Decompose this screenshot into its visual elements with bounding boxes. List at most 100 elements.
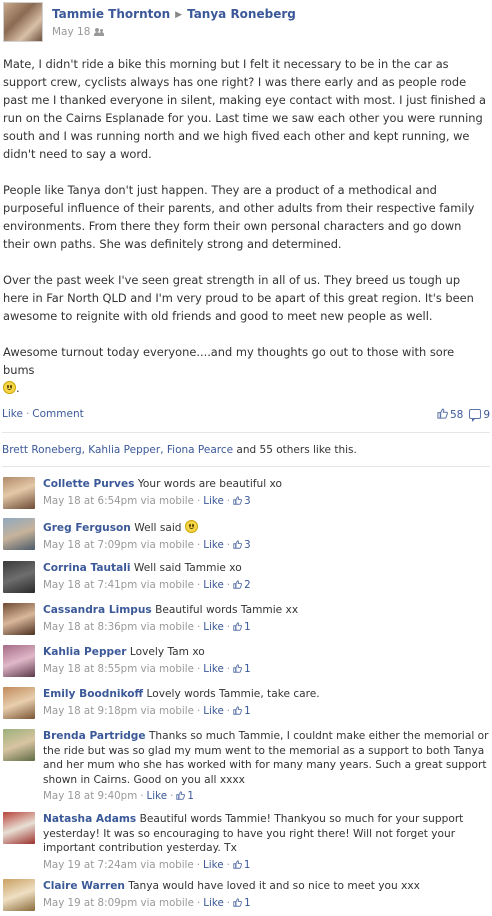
comment-meta: May 19 at 7:24am via mobile · Like · 1 [43, 858, 489, 873]
comment-body: Cassandra Limpus Beautiful words Tammie … [43, 603, 489, 634]
separator-dot: · [196, 538, 201, 551]
thumbs-up-icon[interactable] [437, 408, 448, 419]
thumbs-up-icon[interactable] [233, 495, 243, 505]
comment-like-count[interactable]: 2 [244, 579, 251, 591]
comment-timestamp[interactable]: May 19 at 7:24am via mobile [43, 859, 194, 871]
post-paragraph: People like Tanya don't just happen. The… [3, 183, 475, 251]
comment-like-link[interactable]: Like [203, 579, 224, 591]
comment-text-line: Emily Boodnikoff Lovely words Tammie, ta… [43, 687, 489, 702]
separator-dot: · [226, 704, 231, 717]
smiley-icon [3, 381, 16, 394]
comment-like-link[interactable]: Like [203, 705, 224, 717]
comment-timestamp[interactable]: May 18 at 8:55pm via mobile [43, 663, 194, 675]
commenter-avatar[interactable] [3, 561, 35, 593]
separator-dot: · [140, 790, 144, 802]
like-count[interactable]: 58 [450, 409, 463, 421]
commenter-avatar[interactable] [3, 603, 35, 635]
comment-timestamp[interactable]: May 18 at 7:09pm via mobile [43, 539, 194, 551]
comment-body: Claire Warren Tanya would have loved it … [43, 879, 489, 910]
comment-text-line: Greg Ferguson Well said [43, 518, 489, 536]
separator-dot: · [226, 896, 231, 909]
comment-body: Natasha Adams Beautiful words Tammie! Th… [43, 812, 489, 872]
comment-timestamp[interactable]: May 18 at 6:54pm via mobile [43, 495, 194, 507]
comment-count[interactable]: 9 [483, 409, 490, 421]
comment-meta: May 18 at 9:18pm via mobile · Like · 1 [43, 704, 489, 719]
friends-icon[interactable] [94, 28, 105, 36]
comment-timestamp[interactable]: May 18 at 8:36pm via mobile [43, 621, 194, 633]
comment-like-count[interactable]: 1 [244, 621, 251, 633]
separator-dot: · [226, 662, 231, 675]
comment-like-link[interactable]: Like [147, 790, 168, 802]
thumbs-up-icon[interactable] [233, 897, 243, 907]
comment-like-count[interactable]: 1 [244, 897, 251, 909]
post-date-row: May 18 [52, 26, 105, 38]
divider [2, 466, 490, 467]
comment-like-link[interactable]: Like [203, 539, 224, 551]
comment-timestamp[interactable]: May 18 at 7:41pm via mobile [43, 579, 194, 591]
separator-dot: · [170, 790, 174, 802]
comment-like-count[interactable]: 1 [187, 790, 194, 802]
likers-names-link[interactable]: Brett Roneberg, Kahlia Pepper, Fiona Pea… [2, 444, 233, 456]
thumbs-up-icon[interactable] [233, 663, 243, 673]
author-avatar[interactable] [3, 2, 43, 42]
comment-meta: May 18 at 8:36pm via mobile · Like · 1 [43, 620, 489, 635]
comment-like-link[interactable]: Like [203, 897, 224, 909]
comment-body: Kahlia Pepper Lovely Tam xo May 18 at 8:5… [43, 645, 489, 676]
thumbs-up-icon[interactable] [233, 859, 242, 869]
comment-meta: May 18 at 7:09pm via mobile · Like · 3 [43, 538, 489, 553]
comment-timestamp[interactable]: May 18 at 9:40pm [43, 790, 137, 802]
separator-dot: · [196, 896, 201, 909]
target-name-link[interactable]: Tanya Roneberg [187, 7, 296, 21]
comment-text-line: Collette Purves Your words are beautiful… [43, 477, 489, 492]
comment-like-link[interactable]: Like [203, 859, 224, 871]
commenter-avatar[interactable] [3, 645, 35, 677]
commenter-name-link[interactable]: Greg Ferguson [43, 522, 131, 534]
comment-text-line: Kahlia Pepper Lovely Tam xo [43, 645, 489, 660]
commenter-name-link[interactable]: Emily Boodnikoff [43, 688, 143, 700]
commenter-name-link[interactable]: Kahlia Pepper [43, 646, 127, 658]
comment-link[interactable]: Comment [32, 408, 83, 420]
comment-text-line: Cassandra Limpus Beautiful words Tammie … [43, 603, 489, 618]
thumbs-up-icon[interactable] [233, 539, 243, 549]
commenter-avatar[interactable] [3, 477, 35, 509]
commenter-avatar[interactable] [3, 729, 35, 761]
comment-like-count[interactable]: 3 [244, 539, 251, 551]
commenter-name-link[interactable]: Collette Purves [43, 478, 134, 490]
comment-like-count[interactable]: 1 [244, 705, 251, 717]
comment-like-link[interactable]: Like [203, 495, 224, 507]
post-body: Mate, I didn't ride a bike this morning … [3, 55, 487, 415]
comment-text: Your words are beautiful xo [137, 478, 282, 490]
comment-text-line: Claire Warren Tanya would have loved it … [43, 879, 489, 894]
post-paragraph-last: Awesome turnout today everyone....and my… [3, 345, 455, 395]
thumbs-up-icon[interactable] [233, 621, 243, 631]
comment-like-link[interactable]: Like [203, 621, 224, 633]
commenter-name-link[interactable]: Claire Warren [43, 880, 125, 892]
commenter-name-link[interactable]: Cassandra Limpus [43, 604, 152, 616]
commenter-name-link[interactable]: Corrina Tautali [43, 562, 131, 574]
comment-like-count[interactable]: 3 [244, 495, 251, 507]
comment-like-link[interactable]: Like [203, 663, 224, 675]
likers-rest[interactable]: and 55 others like this. [233, 444, 356, 456]
separator-dot: · [196, 704, 201, 717]
thumbs-up-icon[interactable] [176, 791, 186, 800]
comment-timestamp[interactable]: May 19 at 8:09pm via mobile [43, 897, 194, 909]
comment-timestamp[interactable]: May 18 at 9:18pm via mobile [43, 705, 194, 717]
commenter-avatar[interactable] [3, 812, 35, 844]
speech-bubble-icon[interactable] [469, 409, 482, 422]
separator-dot: · [196, 620, 201, 633]
thumbs-up-icon[interactable] [233, 705, 243, 715]
comment-like-count[interactable]: 1 [244, 663, 251, 675]
comment-like-count[interactable]: 1 [244, 859, 251, 871]
author-name-link[interactable]: Tammie Thornton [52, 7, 170, 21]
like-link[interactable]: Like [2, 408, 23, 420]
commenter-avatar[interactable] [3, 687, 35, 719]
comment-body: Emily Boodnikoff Lovely words Tammie, ta… [43, 687, 489, 718]
commenter-avatar[interactable] [3, 879, 35, 911]
commenter-name-link[interactable]: Natasha Adams [43, 813, 136, 825]
commenter-avatar[interactable] [3, 518, 35, 550]
thumbs-up-icon[interactable] [233, 579, 243, 589]
post-date[interactable]: May 18 [52, 26, 90, 38]
action-links: Like · Comment [2, 408, 84, 420]
likes-summary: Brett Roneberg, Kahlia Pepper, Fiona Pea… [2, 444, 357, 456]
commenter-name-link[interactable]: Brenda Partridge [43, 730, 146, 742]
